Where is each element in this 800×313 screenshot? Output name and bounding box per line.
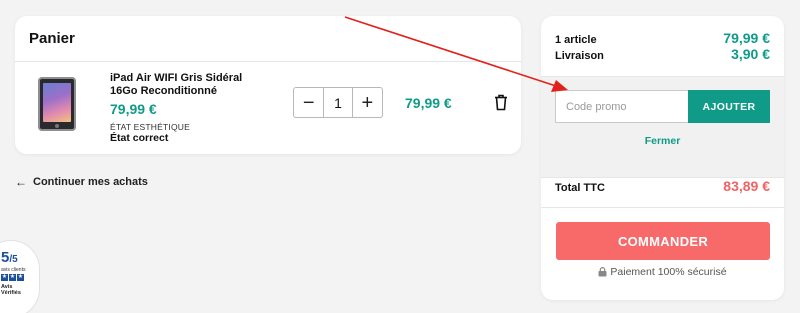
line-total: 79,99 € (405, 95, 452, 111)
items-count-label: 1 article (555, 34, 597, 46)
quantity-value[interactable]: 1 (323, 88, 353, 117)
summary-items-row: 1 article 79,99 € (555, 30, 770, 46)
divider (15, 61, 521, 62)
order-summary-panel: 1 article 79,99 € Livraison 3,90 € AJOUT… (541, 16, 784, 300)
quantity-increase-button[interactable]: + (353, 88, 382, 117)
checkout-button[interactable]: COMMANDER (556, 222, 770, 260)
star-icon: ★ (9, 274, 16, 281)
secure-payment-note: Paiement 100% sécurisé (541, 266, 784, 278)
ipad-thumbnail[interactable] (38, 77, 76, 131)
rating-scale: /5 (9, 254, 18, 265)
close-promo-link[interactable]: Fermer (541, 135, 784, 147)
product-unit-price: 79,99 € (110, 101, 157, 117)
promo-section: AJOUTER Fermer (541, 76, 784, 178)
apply-promo-button[interactable]: AJOUTER (688, 90, 770, 123)
trash-icon[interactable] (494, 94, 508, 111)
continue-shopping-label: Continuer mes achats (33, 176, 148, 188)
rating-score: 5/5 (1, 249, 18, 266)
product-name[interactable]: iPad Air WIFI Gris Sidéral 16Go Recondit… (110, 72, 270, 98)
condition-label: ÉTAT ESTHÉTIQUE (110, 122, 190, 132)
ipad-screen (43, 83, 71, 122)
star-icon: ★ (1, 274, 8, 281)
total-label: Total TTC (555, 182, 605, 194)
lock-icon (598, 267, 607, 277)
cart-title: Panier (29, 30, 75, 47)
ipad-home-button (55, 124, 59, 128)
brand-line-2: Vérifiés (1, 290, 21, 296)
promo-code-input[interactable] (555, 90, 688, 123)
shipping-cost: 3,90 € (731, 46, 770, 62)
star-icon: ★ (17, 274, 24, 281)
total-amount: 83,89 € (723, 178, 770, 194)
arrow-left-icon: ← (15, 175, 27, 189)
continue-shopping-link[interactable]: ← Continuer mes achats (15, 175, 148, 189)
summary-shipping-row: Livraison 3,90 € (555, 46, 770, 62)
star-rating-icons: ★ ★ ★ (1, 274, 24, 281)
summary-total-row: Total TTC 83,89 € (555, 178, 770, 194)
rating-subtitle: avis clients (1, 267, 26, 273)
divider (541, 207, 784, 208)
reviews-brand: Avis Vérifiés (1, 284, 21, 296)
items-subtotal: 79,99 € (723, 30, 770, 46)
reviews-badge[interactable]: 5/5 avis clients ★ ★ ★ Avis Vérifiés (0, 240, 40, 313)
condition-value: État correct (110, 132, 169, 144)
quantity-decrease-button[interactable]: − (294, 88, 323, 117)
quantity-stepper: − 1 + (293, 87, 383, 118)
cart-panel: Panier iPad Air WIFI Gris Sidéral 16Go R… (15, 16, 521, 154)
shipping-label: Livraison (555, 50, 604, 62)
secure-payment-text: Paiement 100% sécurisé (610, 266, 727, 278)
